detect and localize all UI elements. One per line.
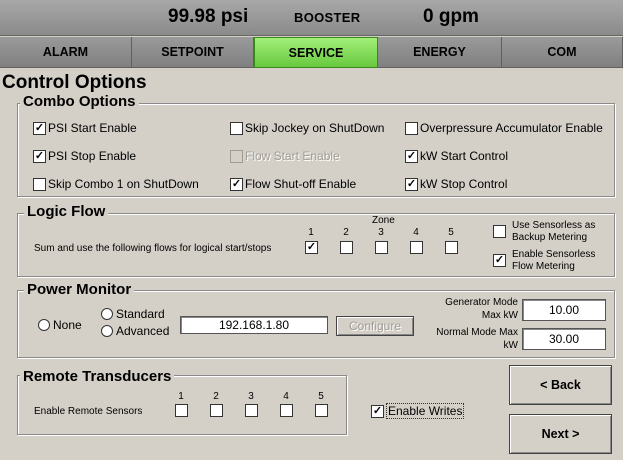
zone-1-checkbox[interactable]: ✓ bbox=[305, 241, 318, 254]
status-bar: 99.98 psi BOOSTER 0 gpm bbox=[0, 0, 623, 36]
remote-transducers-title: Remote Transducers bbox=[20, 368, 175, 386]
power-advanced-radio[interactable]: Advanced bbox=[101, 324, 169, 338]
check-icon: ✓ bbox=[405, 149, 418, 163]
radio-icon bbox=[38, 319, 50, 331]
kw-stop-checkbox[interactable]: ✓ kW Stop Control bbox=[405, 177, 507, 191]
flow-readout: 0 gpm bbox=[423, 6, 479, 27]
check-icon: ✓ bbox=[33, 149, 46, 163]
remote-sensor-1-checkbox[interactable] bbox=[175, 404, 188, 417]
remote-sensor-4-checkbox[interactable] bbox=[280, 404, 293, 417]
overpressure-checkbox[interactable]: Overpressure Accumulator Enable bbox=[405, 121, 603, 135]
back-button[interactable]: < Back bbox=[509, 365, 612, 405]
skip-combo1-checkbox[interactable]: Skip Combo 1 on ShutDown bbox=[33, 177, 199, 191]
check-icon: ✓ bbox=[405, 177, 418, 191]
tab-com[interactable]: COM bbox=[502, 37, 623, 68]
enable-writes-checkbox[interactable]: ✓ Enable Writes bbox=[371, 403, 465, 419]
flow-start-checkbox[interactable]: Flow Start Enable bbox=[230, 149, 340, 163]
flow-shutoff-checkbox[interactable]: ✓ Flow Shut-off Enable bbox=[230, 177, 356, 191]
pressure-readout: 99.98 psi bbox=[168, 6, 249, 27]
combo-options-title: Combo Options bbox=[20, 93, 139, 111]
power-standard-radio[interactable]: Standard bbox=[101, 307, 165, 321]
tab-bar: ALARM SETPOINT SERVICE ENERGY COM bbox=[0, 37, 623, 68]
radio-icon bbox=[101, 308, 113, 320]
check-icon: ✓ bbox=[33, 121, 46, 135]
kw-start-checkbox[interactable]: ✓ kW Start Control bbox=[405, 149, 508, 163]
tab-setpoint[interactable]: SETPOINT bbox=[132, 37, 254, 68]
radio-icon bbox=[101, 325, 113, 337]
generator-max-kw-field[interactable]: 10.00 bbox=[522, 299, 606, 321]
configure-button[interactable]: Configure bbox=[336, 316, 414, 336]
remote-sensor-2-checkbox[interactable] bbox=[210, 404, 223, 417]
ip-address-field[interactable]: 192.168.1.80 bbox=[180, 316, 328, 334]
power-monitor-title: Power Monitor bbox=[24, 281, 135, 299]
tab-service[interactable]: SERVICE bbox=[254, 37, 378, 68]
sum-flows-label: Sum and use the following flows for logi… bbox=[34, 243, 272, 254]
remote-sensor-5-checkbox[interactable] bbox=[315, 404, 328, 417]
zone-3-checkbox[interactable] bbox=[375, 241, 388, 254]
check-icon: ✓ bbox=[371, 404, 384, 418]
next-button[interactable]: Next > bbox=[509, 414, 612, 454]
zone-5-checkbox[interactable] bbox=[445, 241, 458, 254]
tab-energy[interactable]: ENERGY bbox=[378, 37, 502, 68]
skip-jockey-checkbox[interactable]: Skip Jockey on ShutDown bbox=[230, 121, 384, 135]
power-none-radio[interactable]: None bbox=[38, 318, 82, 332]
psi-stop-checkbox[interactable]: ✓ PSI Stop Enable bbox=[33, 149, 136, 163]
check-icon: ✓ bbox=[230, 177, 243, 191]
normal-max-kw-field[interactable]: 30.00 bbox=[522, 328, 606, 350]
enable-remote-sensors-label: Enable Remote Sensors bbox=[34, 406, 143, 417]
zone-2-checkbox[interactable] bbox=[340, 241, 353, 254]
zone-label: Zone bbox=[372, 215, 395, 226]
mode-readout: BOOSTER bbox=[294, 10, 361, 25]
sensorless-backup-checkbox[interactable] bbox=[493, 225, 506, 238]
sensorless-enable-checkbox[interactable]: ✓ bbox=[493, 254, 506, 267]
remote-sensor-3-checkbox[interactable] bbox=[245, 404, 258, 417]
page-title: Control Options bbox=[2, 72, 147, 93]
psi-start-checkbox[interactable]: ✓ PSI Start Enable bbox=[33, 121, 137, 135]
zone-4-checkbox[interactable] bbox=[410, 241, 423, 254]
tab-alarm[interactable]: ALARM bbox=[0, 37, 132, 68]
logic-flow-title: Logic Flow bbox=[24, 203, 109, 221]
